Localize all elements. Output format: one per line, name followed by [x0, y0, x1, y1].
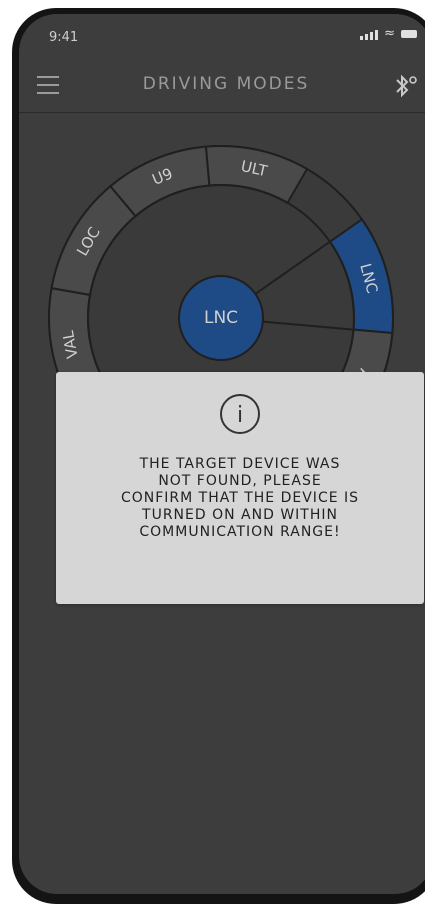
- dialog-message-line: COMMUNICATION RANGE!: [139, 524, 341, 540]
- dialog-message-line: THE TARGET DEVICE WAS: [139, 456, 341, 472]
- info-icon: i: [220, 394, 260, 434]
- error-dialog: i THE TARGET DEVICE WAS NOT FOUND, PLEAS…: [56, 372, 424, 604]
- dialog-message: THE TARGET DEVICE WAS NOT FOUND, PLEASE …: [74, 456, 406, 541]
- mode-center-label: LNC: [204, 308, 238, 328]
- app-screen: 9:41 ≈ DRIVING MODES LNCAPTVALLOCU9ULTLN…: [19, 14, 425, 894]
- dialog-message-line: NOT FOUND, PLEASE: [158, 473, 322, 489]
- dialog-message-line: TURNED ON AND WITHIN: [142, 507, 338, 523]
- dialog-message-line: CONFIRM THAT THE DEVICE IS: [120, 490, 360, 506]
